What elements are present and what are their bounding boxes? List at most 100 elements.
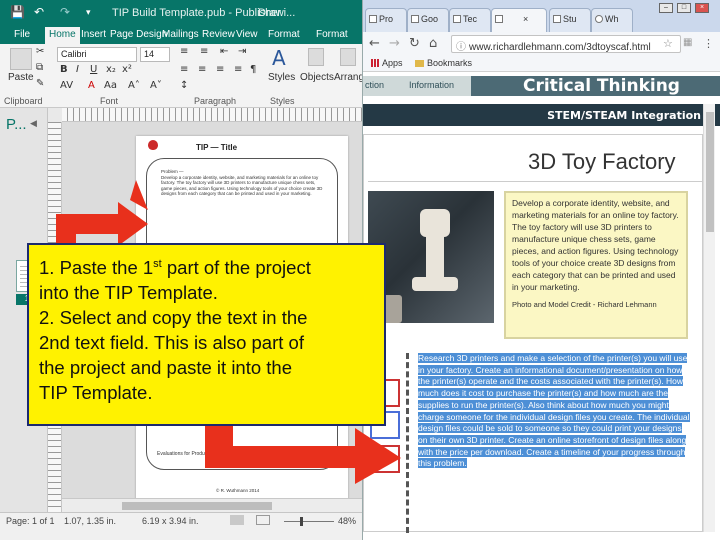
vertical-scroll-thumb[interactable] [706, 112, 714, 232]
redo-icon[interactable]: ↷ [60, 5, 70, 19]
reload-icon[interactable]: ↻ [409, 36, 420, 51]
bullets-icon[interactable]: ≡ [180, 46, 188, 57]
browser-tab-2[interactable]: Goo [407, 8, 449, 32]
bookmarks-bar: Apps Bookmarks [363, 56, 720, 72]
site-nav-item-1[interactable]: ction [365, 80, 384, 90]
browser-tab-6[interactable]: Wh [591, 8, 633, 32]
close-window-icon[interactable]: × [695, 3, 709, 13]
collapse-pane-icon[interactable]: ◀ [30, 118, 37, 129]
address-bar[interactable]: ⓘ www.richardlehmann.com/3dtoyscaf.html [451, 35, 681, 53]
browser-tab-active[interactable]: × [491, 8, 547, 32]
problem-body: Develop a corporate identity, website, a… [161, 174, 323, 197]
maximize-icon[interactable]: □ [677, 3, 691, 13]
character-spacing-icon[interactable]: AV [60, 80, 73, 91]
callout-line-3: 2. Select and copy the text in the [39, 307, 308, 328]
copy-icon[interactable]: ⧉ [36, 62, 43, 73]
vertical-scrollbar[interactable] [703, 104, 715, 532]
zoom-slider-thumb[interactable] [300, 517, 303, 526]
page-info-icon[interactable]: ⓘ [456, 42, 466, 52]
line-spacing-icon[interactable]: ↕ [180, 80, 188, 91]
numbering-icon[interactable]: ≡ [200, 46, 208, 57]
tip-title[interactable]: TIP — Title [196, 143, 237, 152]
page-favicon-icon [369, 15, 377, 23]
font-name-combo[interactable]: Calibri [57, 47, 137, 62]
browser-tab-3[interactable]: Tec [449, 8, 491, 32]
home-icon[interactable]: ⌂ [429, 36, 437, 51]
underline-icon[interactable]: U [90, 64, 97, 75]
tab-file[interactable]: File [10, 27, 34, 44]
site-content: 3D Toy Factory Develop a corporate ident… [363, 134, 703, 533]
bookmark-star-icon[interactable]: ☆ [663, 37, 673, 50]
superscript-icon[interactable]: x² [122, 64, 132, 75]
bookmarks-folder[interactable]: Bookmarks [415, 58, 472, 68]
bold-icon[interactable]: B [60, 64, 68, 75]
font-color-icon[interactable]: A [88, 80, 95, 91]
horizontal-scrollbar[interactable] [62, 498, 362, 512]
paste-icon[interactable] [10, 48, 32, 70]
horizontal-scroll-thumb[interactable] [122, 502, 272, 510]
format-painter-icon[interactable]: ✎ [36, 78, 44, 89]
styles-button[interactable]: Styles [268, 72, 295, 83]
apple-logo-icon [148, 140, 158, 150]
font-group-label: Font [100, 96, 119, 106]
arrange-button[interactable]: Arrang... [334, 72, 362, 83]
font-size-decrease-icon[interactable]: Aa [104, 80, 117, 91]
cut-icon[interactable]: ✂ [36, 46, 44, 57]
objects-icon[interactable] [308, 48, 324, 66]
forward-icon[interactable]: → [389, 36, 400, 51]
two-page-view-icon[interactable] [256, 515, 270, 525]
paragraph-mark-icon[interactable]: ¶ [250, 64, 256, 75]
callout-line-4: 2nd text field. This is also part of [39, 332, 304, 353]
browser-toolbar: ← → ↻ ⌂ ⓘ www.richardlehmann.com/3dtoysca… [363, 32, 720, 56]
problem-text[interactable]: Problem — Develop a corporate identity, … [161, 169, 325, 197]
tab-view[interactable]: View [232, 27, 262, 44]
folder-icon [415, 60, 424, 67]
single-page-view-icon[interactable] [230, 515, 244, 525]
tab-format-text[interactable]: Format [264, 27, 304, 44]
subscript-icon[interactable]: x₂ [106, 64, 116, 75]
decrease-indent-icon[interactable]: ⇤ [220, 46, 228, 57]
red-arrow-up-right [56, 180, 148, 250]
paste-button[interactable]: Paste [8, 72, 34, 83]
tab-home[interactable]: Home [45, 27, 80, 44]
apps-bookmark[interactable]: Apps [371, 58, 403, 68]
pages-pane-label: P... [6, 116, 27, 133]
back-icon[interactable]: ← [369, 36, 380, 51]
undo-icon[interactable]: ↶ [34, 5, 44, 19]
status-size: 6.19 x 3.94 in. [142, 516, 199, 526]
arrange-icon[interactable] [340, 48, 356, 66]
font-size-combo[interactable]: 14 [140, 47, 170, 62]
grow-font-icon[interactable]: A˄ [128, 80, 140, 91]
increase-indent-icon[interactable]: ⇥ [238, 46, 246, 57]
tab-mailings[interactable]: Mailings [158, 27, 203, 44]
customize-quick-access-icon[interactable]: ▾ [86, 8, 91, 18]
objects-button[interactable]: Objects [300, 72, 334, 83]
minimize-icon[interactable]: – [659, 3, 673, 13]
align-center-icon[interactable]: ≡ [198, 64, 206, 75]
apps-icon [371, 59, 379, 67]
dashed-divider [406, 353, 409, 533]
styles-group-label: Styles [270, 96, 295, 106]
site-nav-item-information[interactable]: Information [409, 80, 454, 90]
extension-icon[interactable]: ▦ [683, 37, 692, 48]
close-tab-icon[interactable]: × [523, 14, 528, 24]
page-title: 3D Toy Factory [528, 149, 676, 174]
project-description: Develop a corporate identity, website, a… [512, 198, 679, 292]
menu-icon[interactable]: ⋮ [703, 37, 714, 50]
browser-tab-5[interactable]: Stu [549, 8, 591, 32]
site-header-title: Critical Thinking [471, 76, 720, 96]
shrink-font-icon[interactable]: A˅ [150, 80, 162, 91]
justify-icon[interactable]: ≡ [234, 64, 242, 75]
save-icon[interactable]: 💾 [10, 5, 25, 19]
browser-tab-1[interactable]: Pro [365, 8, 407, 32]
zoom-slider[interactable] [284, 521, 334, 522]
align-left-icon[interactable]: ≡ [180, 64, 188, 75]
tab-format-drawing[interactable]: Format [312, 27, 352, 44]
page-favicon-icon [453, 15, 461, 23]
page-favicon-icon [411, 15, 419, 23]
align-right-icon[interactable]: ≡ [216, 64, 224, 75]
project-description-box[interactable]: Develop a corporate identity, website, a… [504, 191, 688, 339]
selected-research-text[interactable]: Research 3D printers and make a selectio… [418, 353, 690, 493]
styles-icon[interactable]: A [272, 46, 286, 70]
italic-icon[interactable]: I [76, 64, 79, 75]
